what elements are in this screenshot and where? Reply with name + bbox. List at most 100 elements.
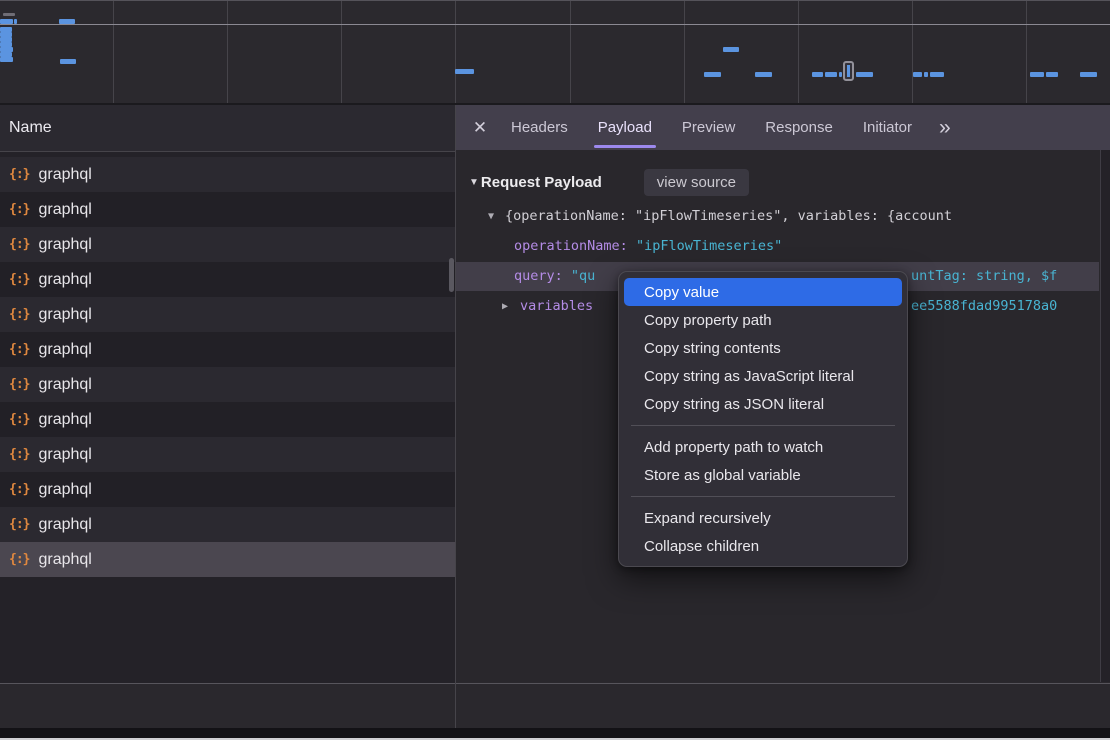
menu-item-collapse-children[interactable]: Collapse children [624, 532, 902, 560]
payload-root-row[interactable]: ▼ {operationName: "ipFlowTimeseries", va… [456, 202, 1099, 231]
table-row[interactable]: {:} graphql [0, 402, 455, 437]
close-icon[interactable]: ✕ [464, 118, 496, 138]
table-row[interactable]: {:} graphql [0, 227, 455, 262]
payload-operation-row[interactable]: operationName: "ipFlowTimeseries" [456, 232, 1099, 261]
waterfall-bar [755, 72, 772, 77]
waterfall-bar [60, 59, 76, 64]
request-payload-section: ▼ Request Payload view source [469, 166, 749, 198]
json-braces-icon: {:} [9, 307, 29, 322]
list-summary-bar [0, 683, 455, 728]
panel-divider[interactable] [455, 105, 456, 728]
property-value-end: untTag: string, $f [911, 262, 1057, 291]
overview-gridline [227, 1, 228, 103]
menu-item-copy-string-as-javascript-literal[interactable]: Copy string as JavaScript literal [624, 362, 902, 390]
waterfall-bar [856, 72, 873, 77]
view-source-link[interactable]: view source [644, 169, 749, 196]
menu-item-expand-recursively[interactable]: Expand recursively [624, 504, 902, 532]
table-row[interactable]: {:} graphql [0, 472, 455, 507]
json-braces-icon: {:} [9, 552, 29, 567]
request-name-label: graphql [38, 481, 91, 499]
property-key: variables [520, 292, 593, 321]
selected-request-marker-bar [847, 65, 850, 77]
section-expand-arrow-icon[interactable]: ▼ [469, 177, 479, 188]
json-braces-icon: {:} [9, 482, 29, 497]
request-name-label: graphql [38, 551, 91, 569]
menu-item-copy-string-as-json-literal[interactable]: Copy string as JSON literal [624, 390, 902, 418]
tab-initiator[interactable]: Initiator [848, 105, 927, 150]
waterfall-bar [839, 72, 842, 77]
json-braces-icon: {:} [9, 272, 29, 287]
waterfall-bar [1080, 72, 1097, 77]
waterfall-bar [924, 72, 928, 77]
waterfall-bar [1046, 72, 1058, 77]
overview-gridline [798, 1, 799, 103]
request-list-panel: Name {:} graphql {:} graphql {:} graphql… [0, 105, 455, 728]
request-name-label: graphql [38, 306, 91, 324]
root-object-preview: {operationName: "ipFlowTimeseries", vari… [505, 202, 952, 231]
detail-tab-bar: ✕ HeadersPayloadPreviewResponseInitiator… [456, 105, 1110, 150]
table-row[interactable]: {:} graphql [0, 157, 455, 192]
menu-item-copy-string-contents[interactable]: Copy string contents [624, 334, 902, 362]
menu-item-store-as-global-variable[interactable]: Store as global variable [624, 461, 902, 489]
detail-scroll-gutter [1100, 150, 1110, 682]
table-row[interactable]: {:} graphql [0, 262, 455, 297]
menu-item-add-property-path-to-watch[interactable]: Add property path to watch [624, 433, 902, 461]
property-value-start: "qu [571, 268, 595, 284]
waterfall-bar [0, 57, 13, 62]
overview-gridline [570, 1, 571, 103]
overview-gridline [341, 1, 342, 103]
tab-response[interactable]: Response [750, 105, 848, 150]
table-row[interactable]: {:} graphql [0, 332, 455, 367]
waterfall-bar [930, 72, 944, 77]
menu-divider [631, 496, 895, 497]
request-name-label: graphql [38, 201, 91, 219]
tab-headers[interactable]: Headers [496, 105, 583, 150]
request-name-label: graphql [38, 411, 91, 429]
request-name-label: graphql [38, 271, 91, 289]
table-row[interactable]: {:} graphql [0, 297, 455, 332]
menu-divider [631, 425, 895, 426]
request-name-label: graphql [38, 376, 91, 394]
waterfall-bar [812, 72, 823, 77]
devtools-network-panel: Name {:} graphql {:} graphql {:} graphql… [0, 0, 1110, 740]
json-braces-icon: {:} [9, 237, 29, 252]
overview-gridline [684, 1, 685, 103]
waterfall-bar [825, 72, 837, 77]
menu-item-copy-value[interactable]: Copy value [624, 278, 902, 306]
json-braces-icon: {:} [9, 447, 29, 462]
waterfall-bar [704, 72, 721, 77]
json-braces-icon: {:} [9, 517, 29, 532]
section-title: Request Payload [481, 174, 602, 191]
table-row[interactable]: {:} graphql [0, 507, 455, 542]
expanded-arrow-icon[interactable]: ▼ [488, 202, 494, 231]
window-bottom-strip [0, 728, 1110, 738]
request-name-label: graphql [38, 341, 91, 359]
overview-gridline [113, 1, 114, 103]
network-overview-timeline[interactable] [0, 0, 1110, 105]
name-column-header[interactable]: Name [0, 105, 455, 152]
table-row[interactable]: {:} graphql [0, 437, 455, 472]
table-row[interactable]: {:} graphql [0, 542, 455, 577]
list-scrollbar-thumb[interactable] [449, 258, 454, 292]
table-row[interactable]: {:} graphql [0, 192, 455, 227]
json-braces-icon: {:} [9, 412, 29, 427]
request-name-label: graphql [38, 516, 91, 534]
waterfall-bar [59, 19, 75, 24]
overview-gridline [1026, 1, 1027, 103]
waterfall-bar [913, 72, 922, 77]
waterfall-bar [1030, 72, 1044, 77]
waterfall-bar [455, 69, 474, 74]
more-tabs-chevron-icon[interactable]: » [939, 116, 950, 140]
json-braces-icon: {:} [9, 202, 29, 217]
tab-preview[interactable]: Preview [667, 105, 750, 150]
waterfall-bar [14, 19, 17, 24]
collapsed-arrow-icon[interactable]: ▶ [502, 292, 508, 321]
overview-gridline [455, 1, 456, 103]
overview-gridline [912, 1, 913, 103]
json-braces-icon: {:} [9, 377, 29, 392]
table-row[interactable]: {:} graphql [0, 367, 455, 402]
tab-payload[interactable]: Payload [583, 105, 667, 150]
json-braces-icon: {:} [9, 342, 29, 357]
menu-item-copy-property-path[interactable]: Copy property path [624, 306, 902, 334]
name-column-label: Name [9, 119, 52, 137]
